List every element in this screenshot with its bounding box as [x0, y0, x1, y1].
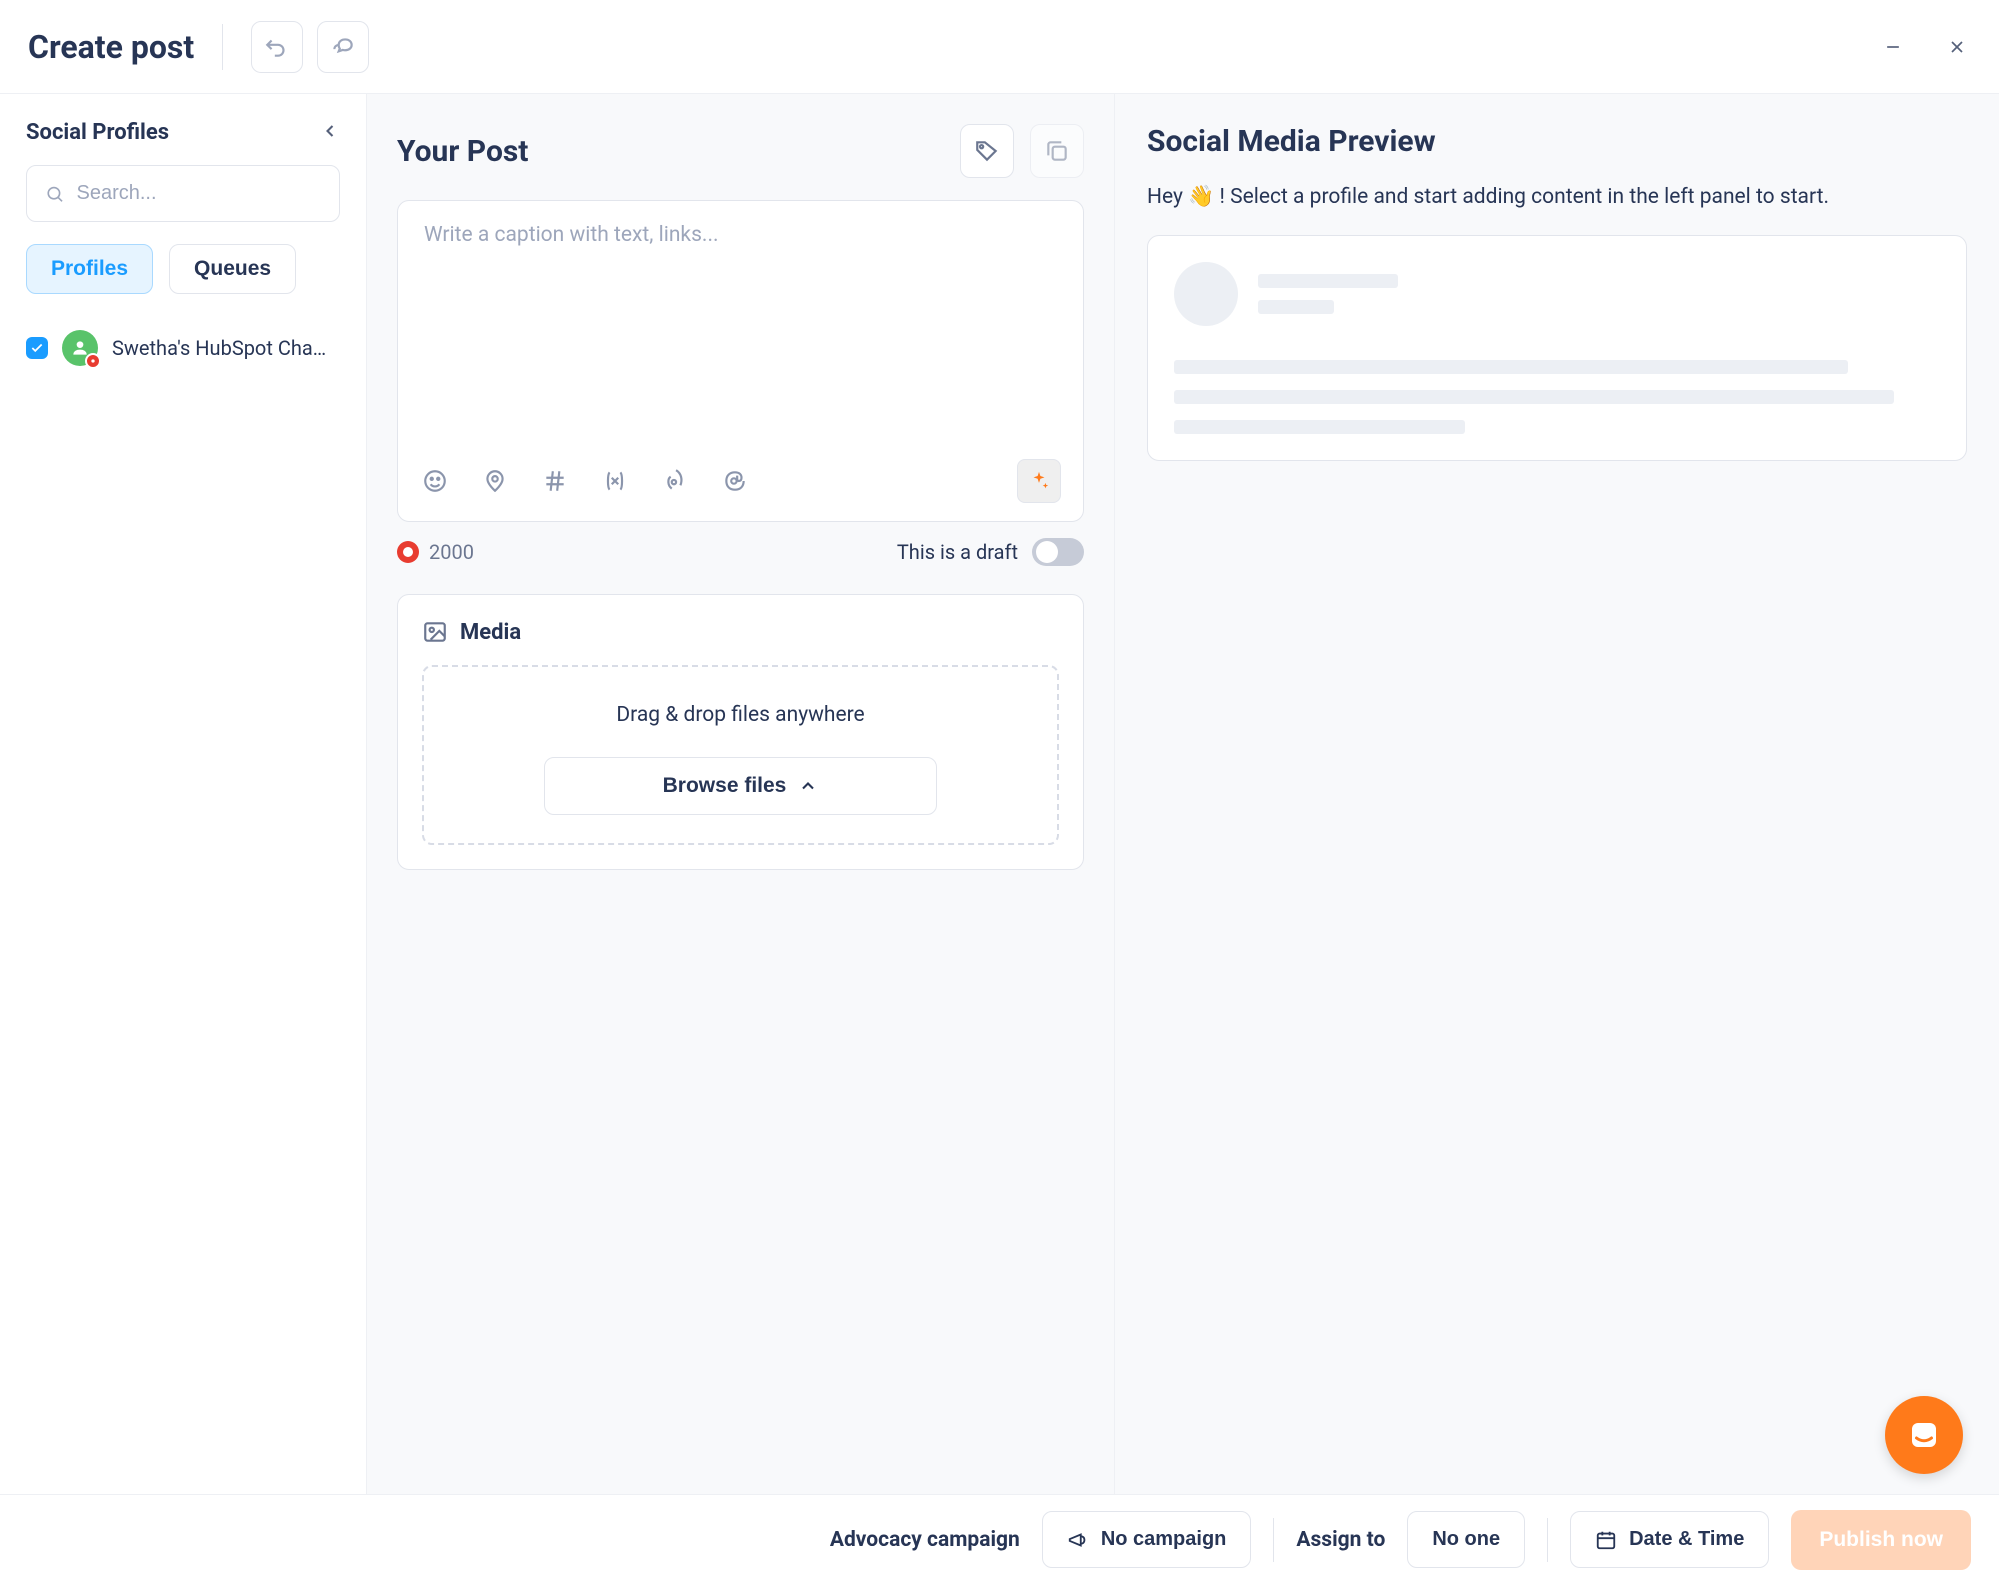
media-card: Media Drag & drop files anywhere Browse …	[397, 594, 1084, 870]
mention-icon	[722, 468, 748, 494]
media-dropzone[interactable]: Drag & drop files anywhere Browse files	[422, 665, 1059, 845]
preview-title: Social Media Preview	[1147, 124, 1967, 159]
ai-assist-button[interactable]	[1017, 459, 1061, 503]
footer: Advocacy campaign No campaign Assign to …	[0, 1494, 1999, 1584]
tag-icon	[974, 138, 1000, 164]
sparkle-icon	[1028, 470, 1050, 492]
datetime-label: Date & Time	[1629, 1528, 1744, 1551]
collapse-sidebar-button[interactable]	[320, 121, 340, 145]
chat-icon	[330, 34, 356, 60]
tag-button[interactable]	[960, 124, 1014, 178]
publish-button[interactable]: Publish now	[1791, 1510, 1971, 1570]
draft-toggle[interactable]	[1032, 538, 1084, 566]
hashtag-button[interactable]	[540, 466, 570, 496]
assign-label: Assign to	[1296, 1528, 1385, 1552]
location-button[interactable]	[480, 466, 510, 496]
skeleton-avatar	[1174, 262, 1238, 326]
variable-button[interactable]	[600, 466, 630, 496]
wave-emoji: 👋	[1188, 185, 1214, 209]
hashtag-icon	[542, 468, 568, 494]
dropzone-text: Drag & drop files anywhere	[444, 703, 1037, 727]
comment-button[interactable]	[317, 21, 369, 73]
profile-checkbox[interactable]	[26, 337, 48, 359]
intercom-icon	[1906, 1417, 1942, 1453]
assign-value: No one	[1432, 1528, 1500, 1551]
skeleton-line	[1174, 360, 1848, 374]
header: Create post	[0, 0, 1999, 94]
minimize-button[interactable]	[1879, 33, 1907, 61]
chevron-up-icon	[798, 776, 818, 796]
close-button[interactable]	[1943, 33, 1971, 61]
tab-profiles[interactable]: Profiles	[26, 244, 153, 294]
divider	[222, 24, 223, 70]
draft-label: This is a draft	[897, 540, 1018, 564]
calendar-icon	[1595, 1529, 1617, 1551]
advocacy-label: Advocacy campaign	[830, 1528, 1020, 1552]
preview-hint: Hey 👋 ! Select a profile and start addin…	[1147, 185, 1967, 209]
char-counter-badge	[397, 541, 419, 563]
profile-row[interactable]: Swetha's HubSpot Cha…	[26, 322, 340, 374]
browse-files-label: Browse files	[663, 774, 787, 798]
mention-button[interactable]	[720, 466, 750, 496]
toggle-knob	[1036, 541, 1058, 563]
composer-card	[397, 200, 1084, 522]
sidebar: Social Profiles Profiles Queues	[0, 94, 367, 1494]
char-counter: 2000	[429, 540, 474, 564]
megaphone-icon	[1067, 1529, 1089, 1551]
search-input[interactable]	[76, 182, 321, 205]
profile-avatar	[62, 330, 98, 366]
sidebar-title: Social Profiles	[26, 120, 169, 145]
tab-queues[interactable]: Queues	[169, 244, 296, 294]
snippet-icon	[662, 468, 688, 494]
preview-card	[1147, 235, 1967, 461]
variable-icon	[602, 468, 628, 494]
page-title: Create post	[28, 28, 194, 66]
image-icon	[422, 619, 448, 645]
snippet-button[interactable]	[660, 466, 690, 496]
search-box[interactable]	[26, 165, 340, 222]
datetime-button[interactable]: Date & Time	[1570, 1511, 1769, 1568]
chevron-left-icon	[320, 121, 340, 141]
composer-panel: Your Post	[367, 94, 1115, 1494]
skeleton-line	[1258, 274, 1398, 288]
check-icon	[30, 341, 44, 355]
campaign-select[interactable]: No campaign	[1042, 1511, 1252, 1568]
emoji-button[interactable]	[420, 466, 450, 496]
divider	[1273, 1518, 1274, 1562]
campaign-value: No campaign	[1101, 1528, 1227, 1551]
copy-button[interactable]	[1030, 124, 1084, 178]
caption-input[interactable]	[424, 223, 1057, 423]
copy-icon	[1044, 138, 1070, 164]
skeleton-line	[1174, 420, 1465, 434]
composer-title: Your Post	[397, 134, 528, 169]
location-icon	[482, 468, 508, 494]
undo-icon	[264, 34, 290, 60]
skeleton-line	[1258, 300, 1334, 314]
undo-button[interactable]	[251, 21, 303, 73]
platform-badge-icon	[85, 353, 101, 369]
assign-select[interactable]: No one	[1407, 1511, 1525, 1568]
divider	[1547, 1518, 1548, 1562]
media-title: Media	[460, 620, 521, 645]
search-icon	[45, 183, 64, 205]
minimize-icon	[1883, 37, 1903, 57]
platform-icon	[402, 546, 414, 558]
help-fab[interactable]	[1885, 1396, 1963, 1474]
emoji-icon	[422, 468, 448, 494]
preview-panel: Social Media Preview Hey 👋 ! Select a pr…	[1115, 94, 1999, 1494]
skeleton-line	[1174, 390, 1894, 404]
browse-files-button[interactable]: Browse files	[544, 757, 938, 815]
close-icon	[1947, 37, 1967, 57]
profile-name: Swetha's HubSpot Cha…	[112, 336, 340, 360]
